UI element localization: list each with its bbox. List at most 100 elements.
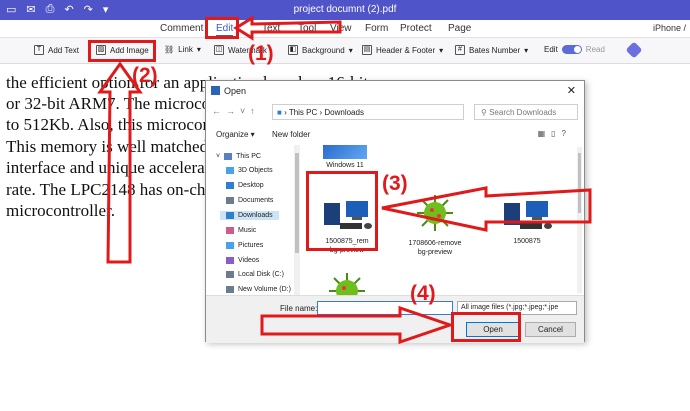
drive-icon <box>226 271 234 278</box>
nav-item-pictures[interactable]: Pictures <box>226 242 263 249</box>
window-title: project documnt (2).pdf <box>293 4 397 15</box>
watermark-icon: ◫ <box>214 45 224 55</box>
address-bar[interactable]: ■ › This PC › Downloads <box>272 104 464 120</box>
nav-item-new-volume[interactable]: New Volume (D:) <box>226 286 291 293</box>
nav-item-this-pc[interactable]: ˅ This PC <box>216 153 261 160</box>
tab-tool[interactable]: Tool <box>298 23 316 34</box>
bates-number-button[interactable]: # Bates Number ▾ <box>455 45 528 55</box>
nav-item-downloads[interactable]: Downloads <box>220 211 279 220</box>
cube-icon <box>226 167 234 174</box>
breadcrumb-this-pc[interactable]: This PC <box>289 108 317 117</box>
file-item-1500875[interactable]: 1500875 <box>490 189 564 246</box>
nav-item-label: Videos <box>238 257 260 264</box>
search-input[interactable]: ⚲ Search Downloads <box>474 104 578 120</box>
virus-image <box>417 195 453 231</box>
edit-tab-highlight <box>205 17 239 39</box>
folder-icon: ■ <box>277 108 282 117</box>
tab-form[interactable]: Form <box>365 23 388 34</box>
pictures-icon <box>226 242 234 249</box>
header-footer-button[interactable]: ▤ Header & Footer ▾ <box>362 45 443 55</box>
file-name-line: 1500875 <box>513 238 541 245</box>
file-name-line: bg-preview <box>417 249 453 256</box>
nav-item-videos[interactable]: Videos <box>226 257 259 264</box>
step-3-label: (3) <box>382 172 408 195</box>
file-name: 1708606-remove bg-preview <box>398 239 472 257</box>
device-selector[interactable]: iPhone / <box>653 23 686 33</box>
nav-item-music[interactable]: Music <box>226 227 256 234</box>
scrollbar-thumb[interactable] <box>295 153 299 253</box>
chevron-down-icon: ˅ <box>216 153 221 160</box>
file-item-virus[interactable] <box>310 269 384 295</box>
help-icon[interactable]: ? <box>562 129 572 138</box>
app-icon <box>211 86 220 95</box>
preview-pane-icon[interactable]: ▯ <box>551 129 561 138</box>
menu-bar: Comment Edit Text Tool View Form Protect… <box>0 20 690 38</box>
cancel-button[interactable]: Cancel <box>525 322 576 337</box>
chevron-down-icon: ▾ <box>196 45 201 54</box>
nav-item-desktop[interactable]: Desktop <box>226 182 264 189</box>
header-footer-label: Header & Footer <box>376 45 436 55</box>
forward-icon[interactable]: → <box>226 106 240 116</box>
nav-item-label: Pictures <box>238 242 264 249</box>
nav-item-label: New Volume (D:) <box>238 286 291 293</box>
windows-thumbnail <box>323 145 367 159</box>
open-file-dialog: Open ✕ ←→˅↑ ■ › This PC › Downloads ⚲ Se… <box>205 80 585 343</box>
header-footer-icon: ▤ <box>362 45 372 55</box>
open-button-highlight <box>451 312 521 342</box>
dialog-footer: File name: All image files (*.jpg;*.jpeg… <box>206 295 584 343</box>
chevron-down-icon: ▾ <box>524 45 529 55</box>
nav-item-local-disk[interactable]: Local Disk (C:) <box>226 271 284 278</box>
add-text-button[interactable]: T Add Text <box>34 45 79 55</box>
new-folder-button[interactable]: New folder <box>272 130 310 139</box>
nav-item-label: Desktop <box>238 182 264 189</box>
title-bar: ▭ ✉ ⎙ ↶ ↷ ▾ project documnt (2).pdf <box>0 0 690 20</box>
back-icon[interactable]: ← <box>212 106 226 116</box>
link-button[interactable]: ⛓ Link ▾ <box>164 45 201 54</box>
step-2-label: (2) <box>132 64 158 87</box>
tab-comment[interactable]: Comment <box>160 23 203 34</box>
computer-image <box>504 201 552 229</box>
bates-number-label: Bates Number <box>469 45 521 55</box>
tab-page[interactable]: Page <box>448 23 471 34</box>
add-text-label: Add Text <box>48 45 79 55</box>
chevron-down-icon: ▾ <box>439 45 444 55</box>
step-1-label: (1) <box>248 42 274 65</box>
chevron-down-icon[interactable]: ˅ <box>240 106 250 116</box>
ai-assistant-button[interactable] <box>625 41 643 59</box>
nav-item-label: Downloads <box>238 212 273 219</box>
search-icon: ⚲ <box>481 108 487 117</box>
mode-toggle-switch[interactable] <box>561 45 582 54</box>
nav-pane-scrollbar[interactable] <box>294 145 300 295</box>
close-icon[interactable]: ✕ <box>567 84 576 97</box>
link-label: Link <box>178 45 193 54</box>
bates-number-icon: # <box>455 45 465 55</box>
file-item-1708606-remove-bg-preview[interactable]: 1708606-remove bg-preview <box>398 189 472 257</box>
file-item-windows-11[interactable]: Windows 11 <box>308 145 382 170</box>
tab-protect[interactable]: Protect <box>400 23 432 34</box>
step-4-label: (4) <box>410 282 436 305</box>
screen: ▭ ✉ ⎙ ↶ ↷ ▾ project documnt (2).pdf Comm… <box>0 0 690 411</box>
up-icon[interactable]: ↑ <box>250 106 260 116</box>
background-label: Background <box>302 45 345 55</box>
nav-item-3d-objects[interactable]: 3D Objects <box>226 167 273 174</box>
text-box-icon: T <box>34 45 44 55</box>
background-button[interactable]: ◧ Background ▾ <box>288 45 353 55</box>
breadcrumb-downloads[interactable]: Downloads <box>324 108 364 117</box>
organize-menu[interactable]: Organize ▾ <box>216 130 255 139</box>
selected-image-highlight <box>306 171 378 251</box>
edit-read-toggle[interactable]: Edit Read <box>544 45 605 54</box>
drive-icon <box>226 286 234 293</box>
ai-assistant-icon <box>625 41 643 59</box>
file-list-scrollbar[interactable] <box>577 147 582 293</box>
desktop-icon <box>226 182 234 189</box>
dialog-title-bar: Open ✕ <box>206 81 584 101</box>
tab-view[interactable]: View <box>330 23 352 34</box>
videos-icon <box>226 257 234 264</box>
computer-icon <box>224 153 233 160</box>
file-name-line: 1708606-remove <box>408 240 462 247</box>
nav-item-documents[interactable]: Documents <box>226 197 273 204</box>
virus-thumbnail <box>405 189 465 237</box>
tab-text[interactable]: Text <box>262 23 280 34</box>
scrollbar-thumb[interactable] <box>578 153 581 213</box>
view-mode-icon[interactable]: ▦ <box>538 129 552 138</box>
